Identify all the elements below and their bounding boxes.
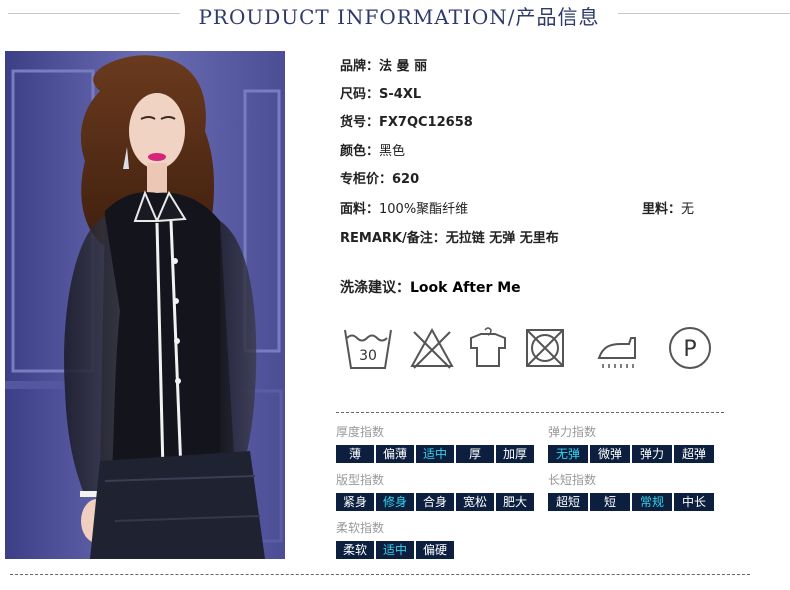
spec-lining-value: 无 — [681, 202, 695, 217]
spec-wash-value: Look After Me — [410, 280, 521, 296]
softness-tag-2: 适中 — [376, 541, 414, 559]
spec-remark: REMARK/备注：无拉链 无弹 无里布 — [340, 227, 559, 246]
header-divider-right — [618, 13, 790, 14]
spec-item-no-label: 货号： — [340, 115, 380, 130]
thickness-tag-1: 薄 — [336, 445, 374, 463]
spec-wash-label: 洗涤建议： — [340, 280, 410, 296]
length-tag-4: 中长 — [674, 493, 714, 511]
spec-size: 尺码：S-4XL — [340, 83, 421, 102]
spec-brand: 品牌：法 曼 丽 — [340, 55, 427, 74]
fit-index-tags: 紧身 修身 合身 宽松 肥大 — [336, 493, 534, 511]
section-title: PROUDUCT INFORMATION/产品信息 — [198, 5, 600, 29]
elasticity-tag-1: 无弹 — [548, 445, 588, 463]
spec-price-value: 620 — [392, 172, 420, 187]
length-index-tags: 超短 短 常规 中长 — [548, 493, 714, 511]
fit-tag-4: 宽松 — [456, 493, 494, 511]
thickness-tag-5: 加厚 — [496, 445, 534, 463]
spec-item-no: 货号：FX7QC12658 — [340, 111, 473, 130]
thickness-index-tags: 薄 偏薄 适中 厚 加厚 — [336, 445, 534, 463]
dry-clean-p-icon: P — [667, 324, 713, 372]
softness-index-tags: 柔软 适中 偏硬 — [336, 541, 454, 559]
length-index-title: 长短指数 — [548, 473, 597, 487]
spec-fabric-value: 100%聚酯纤维 — [379, 202, 469, 217]
spec-lining: 里料：无 — [642, 198, 694, 217]
thickness-tag-2: 偏薄 — [376, 445, 414, 463]
softness-tag-1: 柔软 — [336, 541, 374, 559]
section-header: PROUDUCT INFORMATION/产品信息 — [0, 0, 790, 30]
no-tumble-dry-icon — [524, 324, 566, 372]
spec-color-label: 颜色： — [340, 144, 380, 159]
fit-index-title: 版型指数 — [336, 473, 385, 487]
product-photo — [5, 51, 285, 559]
spec-color: 颜色：黑色 — [340, 140, 405, 159]
iron-steam-icon — [597, 324, 639, 372]
elasticity-tag-4: 超弹 — [674, 445, 714, 463]
hang-dry-icon — [467, 324, 509, 372]
spec-remark-value: 无拉链 无弹 无里布 — [445, 231, 559, 246]
spec-fabric-label: 面料： — [340, 202, 380, 217]
wash-30-icon: 30 — [343, 324, 393, 372]
indices-divider — [336, 412, 724, 413]
spec-color-value: 黑色 — [379, 144, 406, 159]
spec-item-no-value: FX7QC12658 — [379, 115, 473, 130]
length-tag-2: 短 — [590, 493, 630, 511]
length-tag-1: 超短 — [548, 493, 588, 511]
elasticity-index-title: 弹力指数 — [548, 425, 597, 439]
spec-remark-label: REMARK/备注： — [340, 231, 446, 246]
fit-tag-5: 肥大 — [496, 493, 534, 511]
dry-clean-text: P — [683, 337, 696, 362]
fit-tag-1: 紧身 — [336, 493, 374, 511]
length-tag-3: 常规 — [632, 493, 672, 511]
elasticity-index-tags: 无弹 微弹 弹力 超弹 — [548, 445, 714, 463]
spec-brand-value: 法 曼 丽 — [379, 59, 428, 74]
softness-tag-3: 偏硬 — [416, 541, 454, 559]
elasticity-tag-3: 弹力 — [632, 445, 672, 463]
spec-size-value: S-4XL — [379, 87, 422, 102]
thickness-tag-4: 厚 — [456, 445, 494, 463]
spec-lining-label: 里料： — [642, 202, 682, 217]
spec-brand-label: 品牌： — [340, 59, 380, 74]
wash-temp-text: 30 — [359, 348, 377, 364]
spec-price: 专柜价：620 — [340, 168, 419, 187]
spec-price-label: 专柜价： — [340, 172, 393, 187]
spec-wash: 洗涤建议：Look After Me — [340, 277, 521, 297]
bottom-divider — [10, 574, 750, 575]
fit-tag-2: 修身 — [376, 493, 414, 511]
spec-size-label: 尺码： — [340, 87, 380, 102]
thickness-tag-3: 适中 — [416, 445, 454, 463]
softness-index-title: 柔软指数 — [336, 521, 385, 535]
header-divider-left — [8, 13, 180, 14]
fit-tag-3: 合身 — [416, 493, 454, 511]
no-bleach-icon — [410, 324, 454, 372]
thickness-index-title: 厚度指数 — [336, 425, 385, 439]
elasticity-tag-2: 微弹 — [590, 445, 630, 463]
spec-fabric: 面料：100%聚酯纤维 — [340, 198, 468, 217]
